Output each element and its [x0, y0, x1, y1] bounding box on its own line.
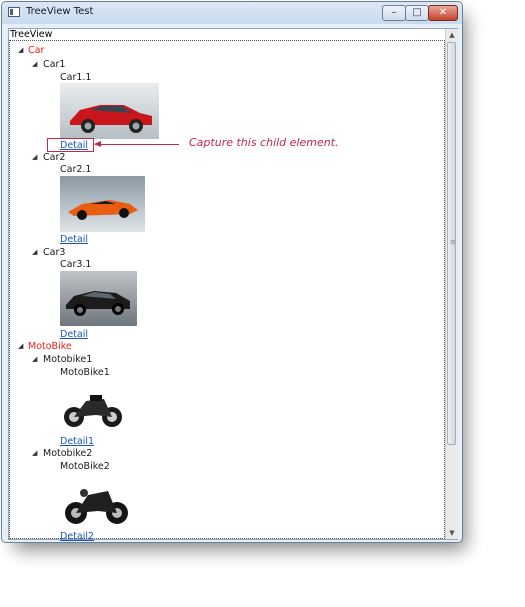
tree-node-motobike2[interactable]: Motobike2: [43, 448, 92, 459]
tree-node-car[interactable]: Car: [28, 45, 44, 56]
detail-link[interactable]: Detail: [60, 234, 88, 245]
app-window: TreeView Test – □ ✕ TreeView ◢ Car ◢ Car…: [1, 1, 463, 543]
detail-link[interactable]: Detail: [60, 329, 88, 340]
tree-node-car1[interactable]: Car1: [43, 59, 65, 70]
tree-item-motobike2[interactable]: MotoBike2: [60, 461, 110, 472]
detail1-link[interactable]: Detail1: [60, 436, 94, 447]
annotation-highlight-box: [47, 138, 94, 152]
car-image: [60, 176, 145, 232]
scroll-down-arrow-icon[interactable]: ▼: [446, 527, 458, 539]
expand-arrow-icon[interactable]: ◢: [32, 152, 37, 163]
title-bar[interactable]: TreeView Test – □ ✕: [2, 2, 462, 24]
window-icon[interactable]: [8, 7, 20, 17]
expand-arrow-icon[interactable]: ◢: [18, 341, 23, 352]
car-image: [60, 271, 137, 326]
expand-arrow-icon[interactable]: ◢: [32, 247, 37, 258]
window-title: TreeView Test: [26, 6, 94, 17]
treeview[interactable]: ◢ Car ◢ Car1 Car1.1 Detail ◢ Car2 Car2.1: [9, 40, 445, 542]
expand-arrow-icon[interactable]: ◢: [32, 448, 37, 459]
tree-item-car3-1[interactable]: Car3.1: [60, 259, 91, 270]
tree-node-car3[interactable]: Car3: [43, 247, 65, 258]
tree-item-car2-1[interactable]: Car2.1: [60, 164, 91, 175]
tree-item-motobike1[interactable]: MotoBike1: [60, 367, 110, 378]
vertical-scrollbar[interactable]: ▲ ≡ ▼: [445, 29, 458, 539]
tree-node-car2[interactable]: Car2: [43, 152, 65, 163]
expand-arrow-icon[interactable]: ◢: [18, 45, 23, 56]
minimize-button[interactable]: –: [382, 5, 406, 21]
close-button[interactable]: ✕: [428, 5, 458, 21]
maximize-button[interactable]: □: [405, 5, 429, 21]
motorbike-image: [60, 473, 133, 530]
scroll-up-arrow-icon[interactable]: ▲: [446, 29, 458, 41]
detail2-link[interactable]: Detail2: [60, 531, 94, 542]
tree-node-motobike[interactable]: MotoBike: [28, 341, 72, 352]
annotation-line: [95, 144, 179, 145]
expand-arrow-icon[interactable]: ◢: [32, 59, 37, 70]
tree-item-car1-1[interactable]: Car1.1: [60, 72, 91, 83]
annotation-text: Capture this child element.: [189, 136, 339, 149]
car-image: [60, 83, 159, 139]
expand-arrow-icon[interactable]: ◢: [32, 354, 37, 365]
grip-icon: ≡: [450, 238, 456, 246]
tree-node-motobike1[interactable]: Motobike1: [43, 354, 92, 365]
motorbike-image: [60, 379, 127, 435]
client-area: TreeView ◢ Car ◢ Car1 Car1.1 Detail ◢ Ca…: [8, 28, 458, 542]
scrollbar-thumb[interactable]: ≡: [447, 42, 456, 445]
